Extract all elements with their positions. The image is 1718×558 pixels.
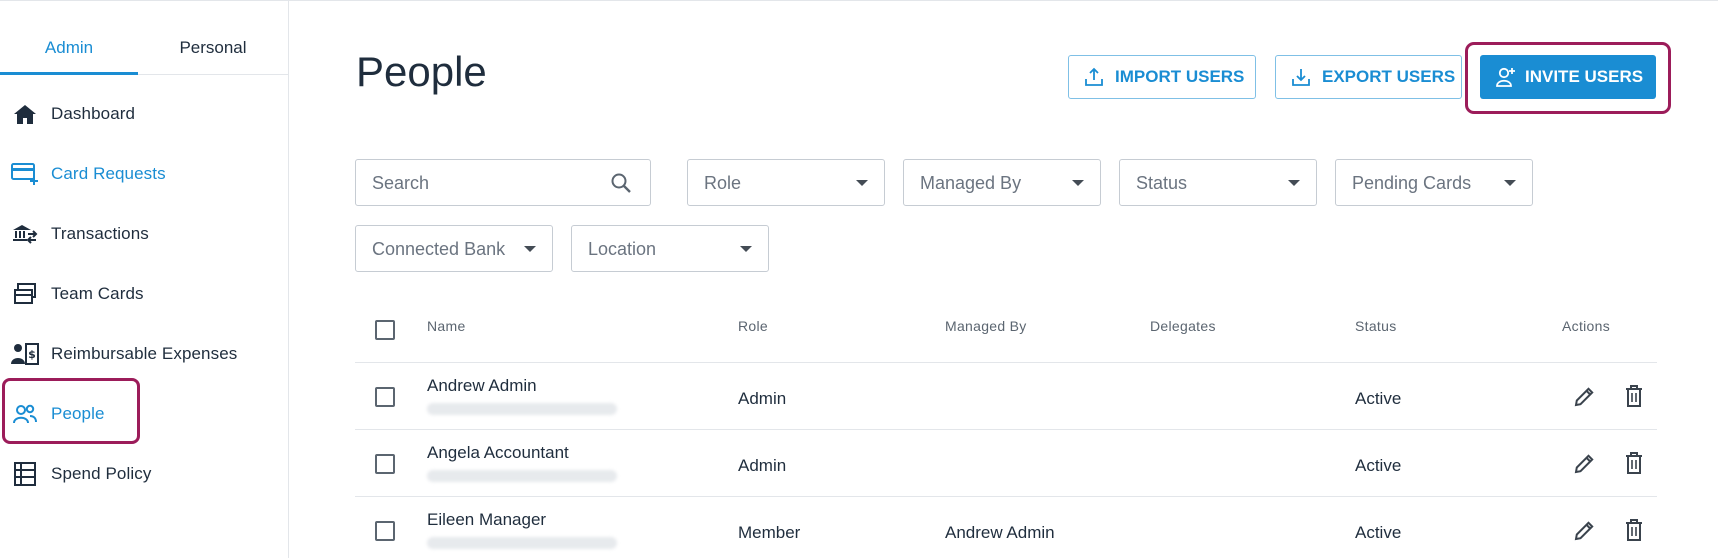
sidebar-item-dashboard[interactable]: Dashboard [0,91,288,137]
sidebar-item-label: Card Requests [51,164,166,183]
edit-icon[interactable] [1572,517,1598,543]
sidebar-item-people[interactable]: People [0,391,288,437]
managed-by-filter-label: Managed By [920,173,1022,193]
sidebar: Admin Personal Dashboard Card Requests T… [0,1,289,558]
sidebar-item-label: People [51,404,105,423]
row-checkbox[interactable] [375,521,395,541]
role-filter-dropdown[interactable]: Role [687,159,885,206]
person-receipt-icon: $ [11,342,39,366]
user-name: Eileen Manager [427,510,547,529]
pending-cards-filter-label: Pending Cards [1352,173,1472,193]
role-filter-label: Role [704,173,742,193]
edit-icon[interactable] [1572,383,1598,409]
column-header-role[interactable]: Role [738,318,768,334]
table-row[interactable]: Andrew Admin Admin Active [355,363,1657,430]
status-filter-dropdown[interactable]: Status [1119,159,1317,206]
location-filter-dropdown[interactable]: Location [571,225,769,272]
trash-icon[interactable] [1621,383,1647,409]
column-header-actions: Actions [1562,318,1611,334]
row-checkbox[interactable] [375,387,395,407]
import-users-label: IMPORT USERS [1115,67,1245,86]
export-users-button[interactable]: EXPORT USERS [1275,55,1462,99]
bank-transfer-icon [11,222,39,246]
svg-text:$: $ [28,348,36,361]
download-icon [1290,66,1312,88]
card-add-icon [11,162,39,186]
table-row[interactable]: Eileen Manager Member Andrew Admin Activ… [355,497,1657,558]
search-icon[interactable] [610,172,632,194]
pending-cards-filter-dropdown[interactable]: Pending Cards [1335,159,1533,206]
sidebar-item-label: Spend Policy [51,464,152,483]
list-icon [11,462,39,486]
user-email-redacted [427,468,617,484]
page-title: People [356,48,487,95]
user-role: Member [738,523,801,542]
export-users-label: EXPORT USERS [1322,67,1456,86]
user-managed-by: Andrew Admin [945,523,1055,542]
column-header-delegates[interactable]: Delegates [1150,318,1216,334]
sidebar-item-spend-policy[interactable]: Spend Policy [0,451,288,497]
sidebar-item-label: Dashboard [51,104,136,123]
trash-icon[interactable] [1621,517,1647,543]
user-status: Active [1355,456,1402,475]
table-row[interactable]: Angela Accountant Admin Active [355,430,1657,497]
sidebar-item-label: Transactions [51,224,149,243]
user-email-redacted [427,535,617,551]
home-icon [11,102,39,126]
table-header: Name Role Managed By Delegates Status Ac… [355,306,1657,363]
user-name: Andrew Admin [427,376,537,395]
connected-bank-filter-dropdown[interactable]: Connected Bank [355,225,553,272]
connected-bank-filter-label: Connected Bank [372,239,506,259]
sidebar-item-transactions[interactable]: Transactions [0,211,288,257]
sidebar-item-team-cards[interactable]: Team Cards [0,271,288,317]
select-all-checkbox[interactable] [375,320,395,340]
caret-down-icon [856,180,868,186]
status-filter-label: Status [1136,173,1188,193]
caret-down-icon [740,246,752,252]
caret-down-icon [1504,180,1516,186]
location-filter-label: Location [588,239,657,259]
user-name: Angela Accountant [427,443,569,462]
upload-icon [1083,66,1105,88]
edit-icon[interactable] [1572,450,1598,476]
user-email-redacted [427,401,617,417]
sidebar-item-reimbursable-expenses[interactable]: $ Reimbursable Expenses [0,331,288,377]
invite-users-label: INVITE USERS [1525,67,1644,86]
cards-stack-icon [11,282,39,306]
add-user-icon [1495,66,1517,88]
column-header-name[interactable]: Name [427,318,466,334]
column-header-managed-by[interactable]: Managed By [945,318,1027,334]
trash-icon[interactable] [1621,450,1647,476]
tab-admin[interactable]: Admin [0,31,138,75]
sidebar-item-card-requests[interactable]: Card Requests [0,151,288,197]
caret-down-icon [1288,180,1300,186]
row-checkbox[interactable] [375,454,395,474]
sidebar-item-label: Reimbursable Expenses [51,344,238,363]
search-input[interactable]: Search [355,159,651,206]
user-status: Active [1355,389,1402,408]
search-placeholder: Search [372,173,430,193]
managed-by-filter-dropdown[interactable]: Managed By [903,159,1101,206]
user-role: Admin [738,389,787,408]
user-role: Admin [738,456,787,475]
people-icon [11,402,39,426]
sidebar-item-label: Team Cards [51,284,144,303]
invite-users-button[interactable]: INVITE USERS [1480,55,1656,99]
caret-down-icon [1072,180,1084,186]
column-header-status[interactable]: Status [1355,318,1397,334]
sidebar-tabs: Admin Personal [0,31,288,75]
user-status: Active [1355,523,1402,542]
caret-down-icon [524,246,536,252]
tab-personal[interactable]: Personal [144,31,282,75]
import-users-button[interactable]: IMPORT USERS [1068,55,1256,99]
